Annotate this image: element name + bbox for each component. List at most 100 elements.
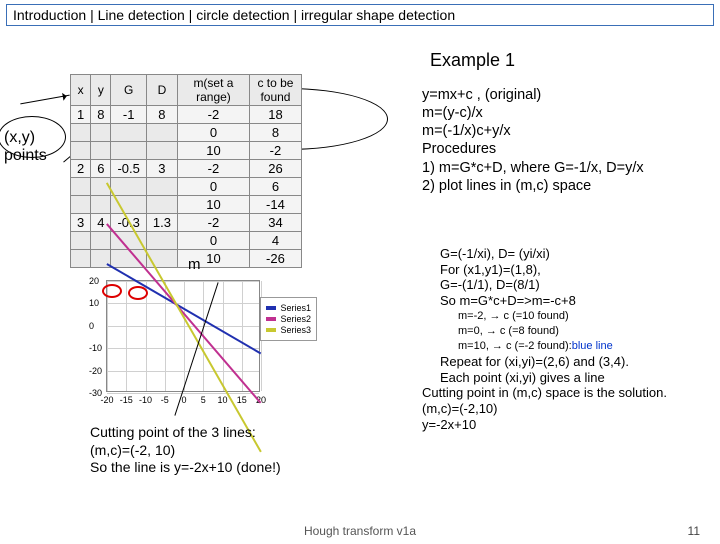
table-row: 08 xyxy=(71,124,302,142)
table-cell: 1 xyxy=(71,106,91,124)
text-line: y=-2x+10 xyxy=(422,417,716,433)
table-cell xyxy=(71,142,91,160)
nav-line[interactable]: Line detection xyxy=(98,7,185,23)
cutting-point-note: Cutting point of the 3 lines: (m,c)=(-2,… xyxy=(90,424,390,477)
sub-line: m=-2, → c (=10 found) xyxy=(458,310,716,323)
legend-row: Series1 xyxy=(266,303,311,313)
slide-footer: Hough transform v1a xyxy=(0,524,720,538)
table-cell: -2 xyxy=(177,214,249,232)
table-row: 04 xyxy=(71,232,302,250)
table-cell: 3 xyxy=(146,160,177,178)
legend-row: Series2 xyxy=(266,314,311,324)
math-line: m=(-1/x)c+y/x xyxy=(422,122,714,140)
text-line: (m,c)=(-2,10) xyxy=(422,401,716,417)
worked-example-block: G=(-1/xi), D= (yi/xi) For (x1,y1)=(1,8),… xyxy=(440,246,716,432)
table-cell: -2 xyxy=(177,106,249,124)
table-cell xyxy=(91,232,111,250)
math-line: 1) m=G*c+D, where G=-1/x, D=y/x xyxy=(422,159,714,177)
sub-line: m=0, → c (=8 found) xyxy=(458,325,716,338)
table-cell xyxy=(146,124,177,142)
table-row: 34-0.31.3-234 xyxy=(71,214,302,232)
note-line: Cutting point of the 3 lines: xyxy=(90,424,390,442)
xy-points-label: (x,y) points xyxy=(4,129,47,165)
table-header-row: x y G D m(set a range) c to be found xyxy=(71,75,302,106)
text-line: So m=G*c+D=>m=-c+8 xyxy=(440,293,716,309)
page-title: Example 1 xyxy=(430,50,515,71)
table-cell xyxy=(111,178,146,196)
table-cell: -2 xyxy=(177,160,249,178)
math-line: m=(y-c)/x xyxy=(422,104,714,122)
table-cell xyxy=(111,142,146,160)
text-line: G=(-1/xi), D= (yi/xi) xyxy=(440,246,716,262)
intersection-marker xyxy=(102,284,122,298)
note-line: So the line is y=-2x+10 (done!) xyxy=(90,459,390,477)
text-line: Cutting point in (m,c) space is the solu… xyxy=(422,385,716,401)
table-row: 10-2 xyxy=(71,142,302,160)
legend-label: Series3 xyxy=(280,325,311,335)
table-cell xyxy=(71,124,91,142)
nav-circle[interactable]: circle detection xyxy=(196,7,289,23)
table-row: 26-0.53-226 xyxy=(71,160,302,178)
intersection-marker xyxy=(128,286,148,300)
table-cell: -1 xyxy=(111,106,146,124)
text-line: Each point (xi,yi) gives a line xyxy=(440,370,716,386)
legend-row: Series3 xyxy=(266,325,311,335)
table-cell: 2 xyxy=(71,160,91,178)
math-line: y=mx+c , (original) xyxy=(422,86,714,104)
table-cell: 0 xyxy=(177,178,249,196)
table-cell: -14 xyxy=(249,196,301,214)
table-cell: 26 xyxy=(249,160,301,178)
table-cell xyxy=(146,232,177,250)
table-cell: 3 xyxy=(71,214,91,232)
breadcrumb: Introduction | Line detection | circle d… xyxy=(6,4,714,26)
th-y: y xyxy=(91,75,111,106)
table-row: 06 xyxy=(71,178,302,196)
text-line: For (x1,y1)=(1,8), xyxy=(440,262,716,278)
nav-intro[interactable]: Introduction xyxy=(13,7,86,23)
page-number: 11 xyxy=(688,524,700,538)
table-cell: 1.3 xyxy=(146,214,177,232)
legend-swatch xyxy=(266,317,276,321)
th-m: m(set a range) xyxy=(177,75,249,106)
table-cell: 10 xyxy=(177,196,249,214)
table-cell: 6 xyxy=(91,160,111,178)
th-D: D xyxy=(146,75,177,106)
table-cell: 8 xyxy=(249,124,301,142)
table-cell: 34 xyxy=(249,214,301,232)
legend-label: Series1 xyxy=(280,303,311,313)
nav-irregular[interactable]: irregular shape detection xyxy=(301,7,455,23)
table-row: 10-14 xyxy=(71,196,302,214)
note-line: (m,c)=(-2, 10) xyxy=(90,442,390,460)
table-row: 18-18-218 xyxy=(71,106,302,124)
table-cell xyxy=(111,124,146,142)
table-cell xyxy=(91,124,111,142)
text-line: G=-(1/1), D=(8/1) xyxy=(440,277,716,293)
legend-label: Series2 xyxy=(280,314,311,324)
table-cell xyxy=(71,232,91,250)
table-cell: 18 xyxy=(249,106,301,124)
table-cell: 0 xyxy=(177,232,249,250)
data-table: x y G D m(set a range) c to be found 18-… xyxy=(70,74,302,268)
table-cell xyxy=(91,142,111,160)
math-line: 2) plot lines in (m,c) space xyxy=(422,177,714,195)
arrow-annotation xyxy=(20,95,69,105)
table-cell xyxy=(71,178,91,196)
th-G: G xyxy=(111,75,146,106)
table-cell xyxy=(146,142,177,160)
table-cell: -0.5 xyxy=(111,160,146,178)
table-cell xyxy=(91,196,111,214)
th-c: c to be found xyxy=(249,75,301,106)
table-cell: 6 xyxy=(249,178,301,196)
table-cell: 10 xyxy=(177,142,249,160)
table-cell: 8 xyxy=(91,106,111,124)
sub-line: m=10, → c (=-2 found):blue line xyxy=(458,340,716,353)
table-cell xyxy=(146,196,177,214)
chart-legend: Series1Series2Series3 xyxy=(260,297,317,341)
legend-swatch xyxy=(266,328,276,332)
legend-swatch xyxy=(266,306,276,310)
table-cell: 8 xyxy=(146,106,177,124)
table-cell: 4 xyxy=(249,232,301,250)
table-cell xyxy=(146,178,177,196)
table-cell xyxy=(71,196,91,214)
th-x: x xyxy=(71,75,91,106)
